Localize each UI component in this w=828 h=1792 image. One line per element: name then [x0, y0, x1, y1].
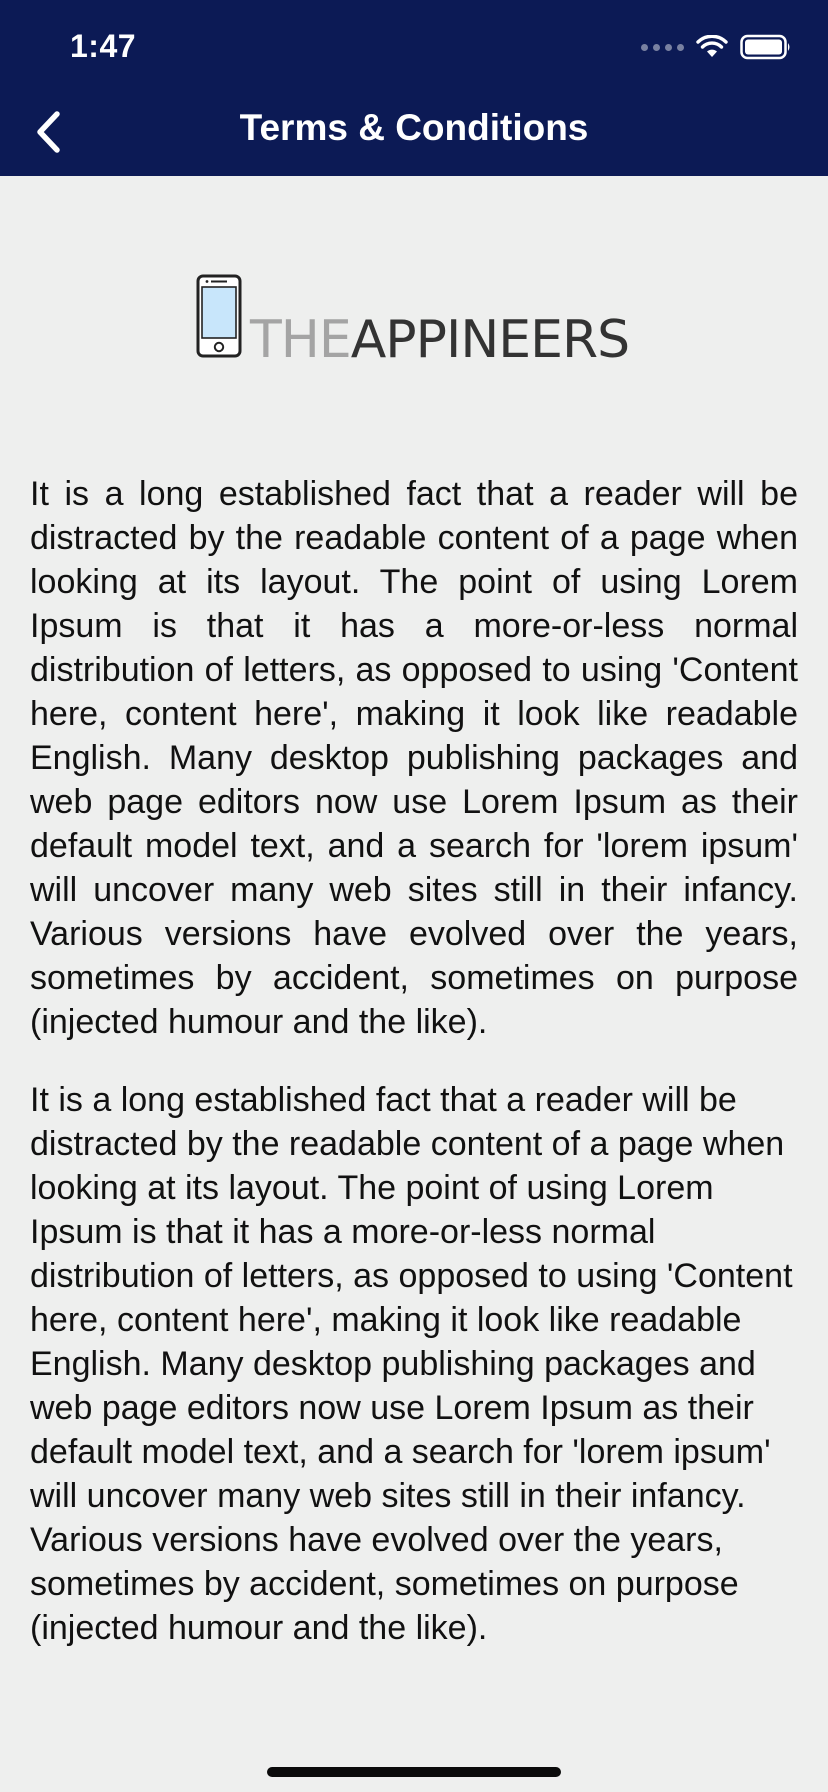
wifi-icon [696, 35, 728, 59]
home-indicator[interactable] [267, 1767, 561, 1777]
page-title: Terms & Conditions [239, 107, 589, 148]
header: 1:47 Terms & Conditions [0, 0, 828, 176]
logo-text-the: THE [250, 310, 352, 370]
smartphone-icon [196, 274, 242, 358]
terms-paragraph-1: It is a long established fact that a rea… [30, 475, 798, 1041]
terms-paragraph-2: It is a long established fact that a rea… [30, 1081, 793, 1647]
battery-icon [740, 34, 792, 60]
brand-logo: THEAPPINEERS [196, 274, 630, 366]
status-time: 1:47 [70, 28, 137, 64]
logo-wordmark: THEAPPINEERS [250, 314, 630, 366]
cellular-signal-icon [641, 43, 684, 51]
logo-text-appineers: APPINEERS [350, 310, 630, 370]
terms-screen: 1:47 Terms & Conditions THEAPPINEERS It … [0, 0, 828, 1792]
terms-content: It is a long established fact that a rea… [30, 472, 798, 1720]
status-indicators [641, 34, 792, 60]
